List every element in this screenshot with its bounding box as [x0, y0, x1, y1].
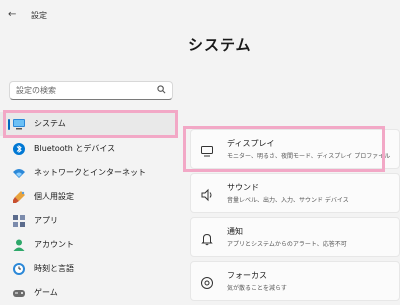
sidebar-item-label: 個人用設定: [34, 192, 74, 201]
card-title: サウンド: [227, 183, 259, 192]
card-description: 音量レベル、出力、入力、サウンド デバイス: [227, 197, 349, 204]
title-bar: ← 設定: [0, 0, 400, 30]
sidebar-item-label: ネットワークとインターネット: [34, 168, 146, 177]
card-title: フォーカス: [227, 271, 267, 280]
sidebar-item-bluetooth[interactable]: Bluetooth とデバイス: [0, 137, 178, 161]
sidebar-item-label: 時刻と言語: [34, 264, 74, 273]
back-arrow-icon[interactable]: ←: [8, 9, 16, 20]
card-description: 気が散ることを減らす: [227, 285, 287, 292]
search-icon[interactable]: [157, 85, 166, 97]
paint-brush-icon: [12, 189, 26, 203]
apps-icon: [12, 213, 26, 227]
bell-icon: [200, 231, 214, 246]
sidebar-item-time-language[interactable]: 時刻と言語: [0, 257, 178, 281]
sidebar-item-apps[interactable]: アプリ: [0, 209, 178, 233]
highlight-box-card: [183, 126, 385, 172]
card-notifications[interactable]: 通知 アプリとシステムからのアラート、応答不可: [190, 217, 400, 257]
focus-icon: [200, 275, 214, 289]
card-sound[interactable]: サウンド 音量レベル、出力、入力、サウンド デバイス: [190, 173, 400, 213]
sidebar-item-network[interactable]: ネットワークとインターネット: [0, 161, 178, 185]
sidebar-item-label: アプリ: [34, 216, 58, 225]
sidebar-item-label: アカウント: [34, 240, 74, 249]
highlight-box-sidebar: [3, 110, 178, 138]
sidebar-item-personalization[interactable]: 個人用設定: [0, 185, 178, 209]
card-focus[interactable]: フォーカス 気が散ることを減らす: [190, 261, 400, 301]
search-box[interactable]: [9, 81, 173, 100]
sidebar-item-accounts[interactable]: アカウント: [0, 233, 178, 257]
sidebar-item-label: ゲーム: [34, 288, 58, 297]
card-description: アプリとシステムからのアラート、応答不可: [227, 241, 347, 248]
person-icon: [12, 237, 26, 251]
gamepad-icon: [12, 285, 26, 299]
page-title: システム: [188, 36, 252, 54]
sidebar-item-label: Bluetooth とデバイス: [34, 144, 116, 153]
app-title: 設定: [31, 11, 47, 20]
sidebar-item-gaming[interactable]: ゲーム: [0, 281, 178, 305]
search-input[interactable]: [10, 82, 156, 99]
globe-clock-icon: [12, 261, 26, 275]
wifi-icon: [12, 165, 26, 179]
bluetooth-icon: [12, 141, 26, 155]
card-title: 通知: [227, 227, 243, 236]
speaker-icon: [200, 187, 214, 202]
